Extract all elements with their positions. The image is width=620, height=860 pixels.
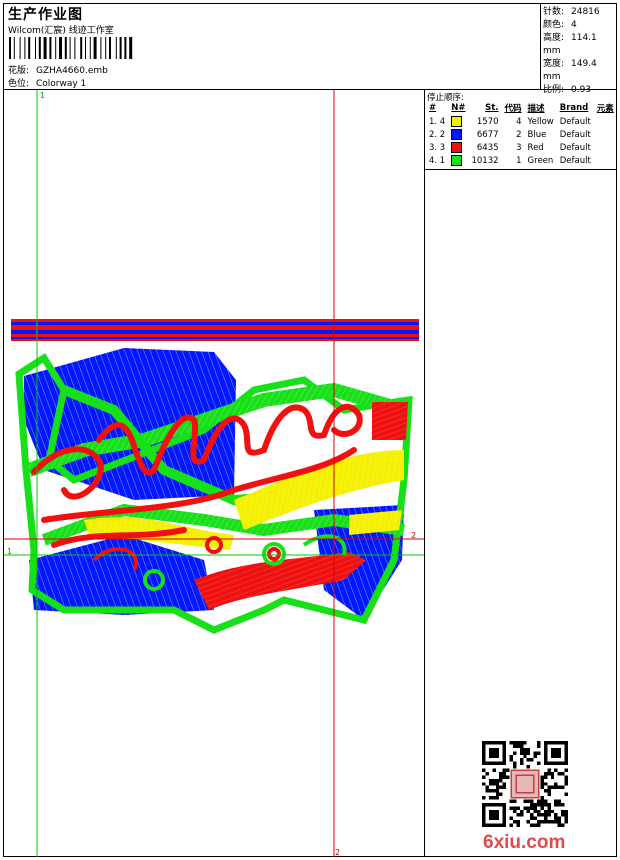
- row-index: 1. 4: [429, 116, 446, 127]
- top-stripe-band: [11, 319, 419, 341]
- table-header-row: # N# St. 代码 描述 Brand 元素: [426, 102, 617, 115]
- guide-label-v1: 1: [40, 91, 45, 100]
- table-row: 2. 2 6677 2 Blue Default: [426, 128, 617, 141]
- colorway-label: 色位:: [8, 79, 30, 89]
- row-description: Red: [527, 142, 544, 153]
- stat-colors: 颜色: 4: [543, 20, 577, 30]
- stat-width: 宽度: 149.4 mm: [543, 59, 597, 82]
- row-brand: Default: [559, 155, 591, 166]
- header-info: 生产作业图 Wilcom(汇宸) 线迹工作室 花版: GZHA4660.emb 色…: [4, 4, 541, 90]
- design-file-value: GZHA4660.emb: [36, 66, 108, 76]
- design-file-label: 花版:: [8, 66, 30, 76]
- barcode-icon: [9, 37, 133, 59]
- col-description: 描述: [527, 104, 545, 114]
- guide-label-h1: 1: [7, 547, 12, 556]
- studio-name: Wilcom(汇宸) 线迹工作室: [8, 26, 114, 36]
- row-brand: Default: [559, 142, 591, 153]
- col-element: 元素: [596, 104, 614, 114]
- guide-label-h2: 2: [411, 531, 416, 540]
- colorway-row: 色位: Colorway 1: [8, 76, 86, 89]
- embroidery-preview: 1 1 2 2: [4, 90, 424, 857]
- row-swatch: [448, 128, 468, 141]
- row-swatch: [448, 154, 468, 167]
- col-number: N#: [451, 103, 466, 113]
- col-code: 代码: [504, 104, 522, 114]
- row-brand: Default: [559, 129, 591, 140]
- row-stitches: 6677: [476, 129, 499, 140]
- stat-height: 高度: 114.1 mm: [543, 33, 597, 56]
- stats-panel: 针数: 24816 颜色: 4 高度: 114.1 mm 宽度: 149.4 mm 比例…: [541, 4, 616, 95]
- stat-stitches: 针数: 24816: [543, 7, 600, 17]
- sheet-title: 生产作业图: [8, 7, 83, 23]
- row-code: 3: [516, 142, 522, 153]
- color-swatch: [451, 155, 463, 166]
- row-description: Yellow: [527, 116, 554, 127]
- row-code: 2: [516, 129, 522, 140]
- colorway-value: Colorway 1: [36, 79, 87, 89]
- row-element: [594, 115, 617, 128]
- design-file-row: 花版: GZHA4660.emb: [8, 63, 108, 76]
- col-brand: Brand: [559, 103, 589, 113]
- row-element: [594, 154, 617, 167]
- guide-label-v2: 2: [335, 848, 340, 857]
- row-index: 4. 1: [429, 155, 446, 166]
- design-canvas: 1 1 2 2: [4, 90, 425, 857]
- row-index: 2. 2: [429, 129, 446, 140]
- row-brand: Default: [559, 116, 591, 127]
- color-swatch: [451, 116, 463, 127]
- row-element: [594, 141, 617, 154]
- qr-code-icon: [482, 741, 568, 827]
- row-swatch: [448, 141, 468, 154]
- col-index: #: [429, 103, 437, 113]
- watermark-logo: 6xiu.com: [483, 832, 566, 853]
- color-swatch: [451, 142, 463, 153]
- row-index: 3. 3: [429, 142, 446, 153]
- row-description: Blue: [527, 129, 547, 140]
- row-description: Green: [527, 155, 554, 166]
- row-code: 1: [516, 155, 522, 166]
- table-row: 1. 4 1570 4 Yellow Default: [426, 115, 617, 128]
- stop-sequence-table: # N# St. 代码 描述 Brand 元素 1. 4 1570 4 Yellow D…: [426, 102, 617, 167]
- row-stitches: 10132: [471, 155, 499, 166]
- color-swatch: [451, 129, 463, 140]
- row-code: 4: [516, 116, 522, 127]
- row-stitches: 6435: [476, 142, 499, 153]
- table-row: 4. 1 10132 1 Green Default: [426, 154, 617, 167]
- row-swatch: [448, 115, 468, 128]
- row-element: [594, 128, 617, 141]
- production-sheet: 生产作业图 Wilcom(汇宸) 线迹工作室 花版: GZHA4660.emb 色…: [3, 3, 617, 857]
- col-stitches: St.: [485, 103, 499, 113]
- table-row: 3. 3 6435 3 Red Default: [426, 141, 617, 154]
- stop-sequence-panel: 停止顺序: # N# St. 代码 描述 Brand 元素 1. 4 1570 4 Y…: [425, 90, 616, 170]
- row-stitches: 1570: [476, 116, 499, 127]
